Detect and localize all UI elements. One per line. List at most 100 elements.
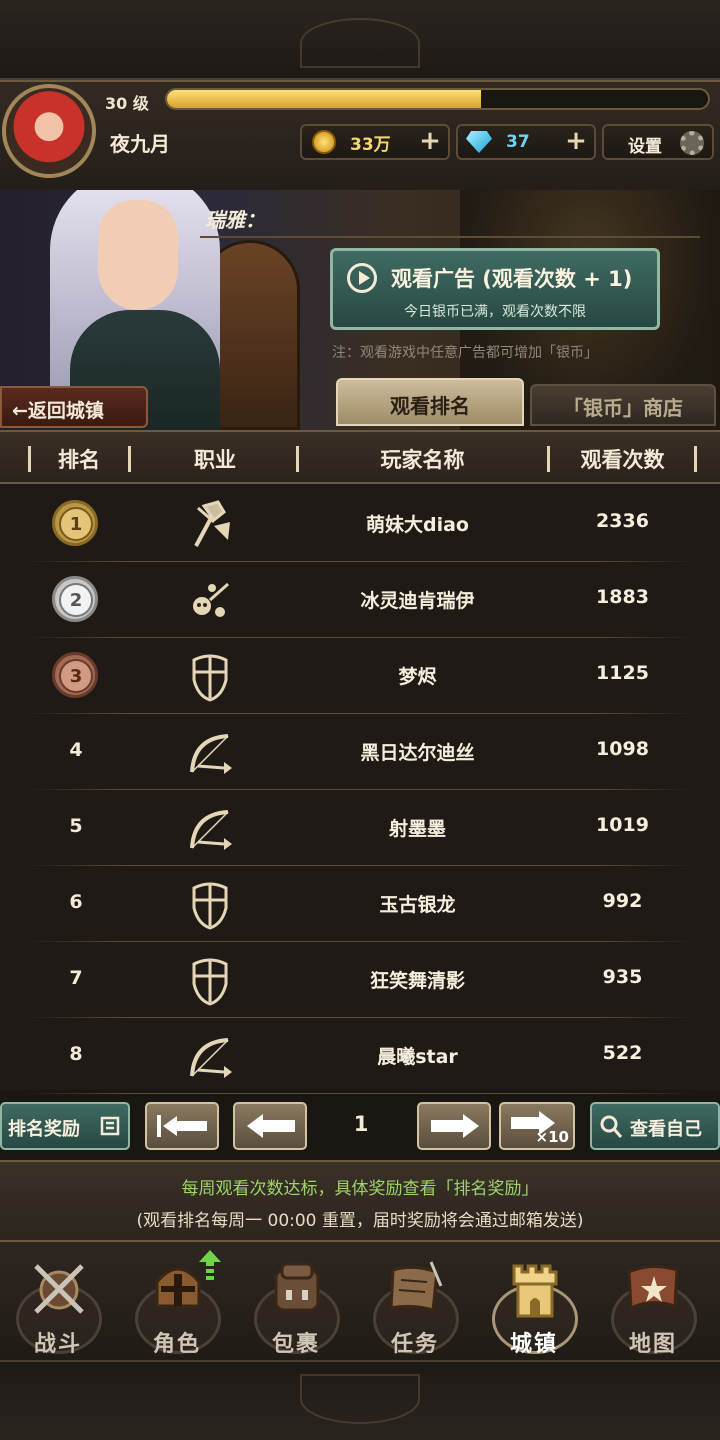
rank-number: 4: [69, 739, 83, 761]
table-row[interactable]: 1 萌妹大diao 2336: [0, 486, 720, 562]
x10-label: ×10: [535, 1128, 569, 1146]
nav-item-map[interactable]: 地图: [597, 1248, 709, 1358]
header-separator: [128, 446, 131, 472]
scroll-icon: [100, 1116, 120, 1136]
header-player-name: 玩家名称: [380, 448, 465, 472]
table-row[interactable]: 2 冰灵迪肯瑞伊 1883: [0, 562, 720, 638]
view-count-cell: 992: [602, 890, 643, 912]
view-count-cell: 522: [602, 1042, 643, 1064]
player-name-cell: 冰灵迪肯瑞伊: [360, 590, 475, 612]
nav-item-town[interactable]: 城镇: [478, 1248, 590, 1358]
settings-label: 设置: [628, 137, 662, 157]
view-count-cell: 935: [602, 966, 643, 988]
ranking-table: 排名 职业 玩家名称 观看次数 1 萌妹大diao 2336 2 冰灵迪肯瑞伊 1883 3…: [0, 430, 720, 1094]
table-row[interactable]: 7 狂笑舞清影 935: [0, 942, 720, 1018]
axe-icon: [184, 500, 236, 552]
upgrade-arrow-icon: [199, 1250, 221, 1286]
play-icon: [347, 263, 377, 293]
table-header: 排名 职业 玩家名称 观看次数: [0, 430, 720, 484]
map-icon: [621, 1256, 687, 1322]
rank-number: 3: [59, 659, 93, 693]
divider: [200, 236, 700, 238]
rank-number: 1: [59, 507, 93, 541]
search-icon: [600, 1115, 623, 1138]
rank-number: 2: [59, 583, 93, 617]
table-row[interactable]: 4 黑日达尔迪丝 1098: [0, 714, 720, 790]
view-self-button[interactable]: 查看自己: [590, 1102, 720, 1150]
first-page-button[interactable]: [145, 1102, 219, 1150]
frame-ornament: [300, 1374, 420, 1424]
gear-icon: [680, 131, 704, 155]
nav-item-battle[interactable]: 战斗: [2, 1248, 114, 1358]
rank-number: 7: [69, 967, 83, 989]
view-count-cell: 1019: [596, 814, 649, 836]
bronze-medal-icon: 3: [52, 652, 98, 698]
nav-label: 包裹: [271, 1332, 320, 1357]
shield-icon: [184, 652, 236, 704]
nav-label: 城镇: [509, 1332, 558, 1357]
view-count-cell: 1098: [596, 738, 649, 760]
shield-icon: [184, 880, 236, 932]
skip-10-pages-button[interactable]: ×10: [499, 1102, 575, 1150]
nav-item-character[interactable]: 角色: [121, 1248, 233, 1358]
info-panel: 每周观看次数达标，具体奖励查看「排名奖励」 (观看排名每周一 00:00 重置，…: [0, 1160, 720, 1242]
table-row[interactable]: 5 射墨墨 1019: [0, 790, 720, 866]
ranking-reward-label: 排名奖励: [8, 1119, 80, 1140]
header-views: 观看次数: [580, 448, 665, 472]
player-name-cell: 狂笑舞清影: [369, 970, 465, 992]
tab-label: 观看排名: [390, 394, 470, 418]
previous-page-button[interactable]: [233, 1102, 307, 1150]
skull-staff-icon: [184, 576, 236, 628]
watch-ad-subtitle: 今日银币已满，观看次数不限: [404, 304, 586, 320]
scroll-icon: [383, 1256, 449, 1322]
tower-icon: [502, 1256, 568, 1322]
bottom-frame: [0, 1360, 720, 1440]
header-rank: 排名: [58, 448, 100, 472]
header-separator: [28, 446, 31, 472]
bow-icon: [184, 728, 236, 780]
watch-ad-button[interactable]: 观看广告 (观看次数 + 1) 今日银币已满，观看次数不限: [330, 248, 660, 330]
add-coins-button[interactable]: +: [416, 128, 444, 156]
next-page-button[interactable]: [417, 1102, 491, 1150]
tab-silver-shop[interactable]: 「银币」商店: [530, 384, 716, 426]
header-class: 职业: [194, 448, 236, 472]
add-gems-button[interactable]: +: [562, 128, 590, 156]
nav-item-backpack[interactable]: 包裹: [240, 1248, 352, 1358]
gem-counter: 37 +: [456, 124, 596, 160]
header-separator: [694, 446, 697, 472]
player-name-cell: 萌妹大diao: [366, 514, 469, 536]
player-name-cell: 射墨墨: [388, 818, 446, 840]
player-name-cell: 梦烬: [398, 666, 437, 688]
nav-label: 战斗: [33, 1332, 82, 1357]
back-to-town-button[interactable]: ←返回城镇: [0, 386, 148, 428]
rank-number: 8: [69, 1043, 83, 1065]
header-separator: [296, 446, 299, 472]
ad-note: 注：观看游戏中任意广告都可增加「银币」: [332, 345, 598, 361]
pager: 排名奖励 1 ×10 查看自己: [0, 1096, 720, 1158]
backpack-icon: [264, 1256, 330, 1322]
top-frame: [0, 0, 720, 80]
table-row[interactable]: 8 晨曦star 522: [0, 1018, 720, 1094]
tab-label: 「银币」商店: [563, 396, 683, 420]
first-page-icon: [157, 1115, 207, 1137]
coin-icon: [312, 130, 336, 154]
coin-value: 33万: [350, 134, 391, 155]
info-line-reset: (观看排名每周一 00:00 重置，届时奖励将会通过邮箱发送): [136, 1211, 584, 1231]
silver-medal-icon: 2: [52, 576, 98, 622]
nav-label: 地图: [628, 1332, 677, 1357]
hero-scene: 瑞雅： 观看广告 (观看次数 + 1) 今日银币已满，观看次数不限 注：观看游戏…: [0, 190, 720, 430]
table-row[interactable]: 3 梦烬 1125: [0, 638, 720, 714]
ranking-reward-button[interactable]: 排名奖励: [0, 1102, 130, 1150]
player-name-cell: 玉古银龙: [379, 894, 456, 916]
tab-view-ranking[interactable]: 观看排名: [336, 378, 524, 426]
sword-shield-icon: [26, 1256, 92, 1322]
avatar[interactable]: [2, 84, 96, 178]
watch-ad-title: 观看广告 (观看次数 + 1): [391, 267, 633, 291]
bottom-nav: 战斗 角色 包裹 任务 城镇 地图: [0, 1242, 720, 1360]
nav-item-quests[interactable]: 任务: [359, 1248, 471, 1358]
frame-ornament: [300, 18, 420, 68]
page-number: 1: [353, 1112, 369, 1136]
table-row[interactable]: 6 玉古银龙 992: [0, 866, 720, 942]
info-line-reward: 每周观看次数达标，具体奖励查看「排名奖励」: [181, 1179, 539, 1199]
settings-button[interactable]: 设置: [602, 124, 714, 160]
